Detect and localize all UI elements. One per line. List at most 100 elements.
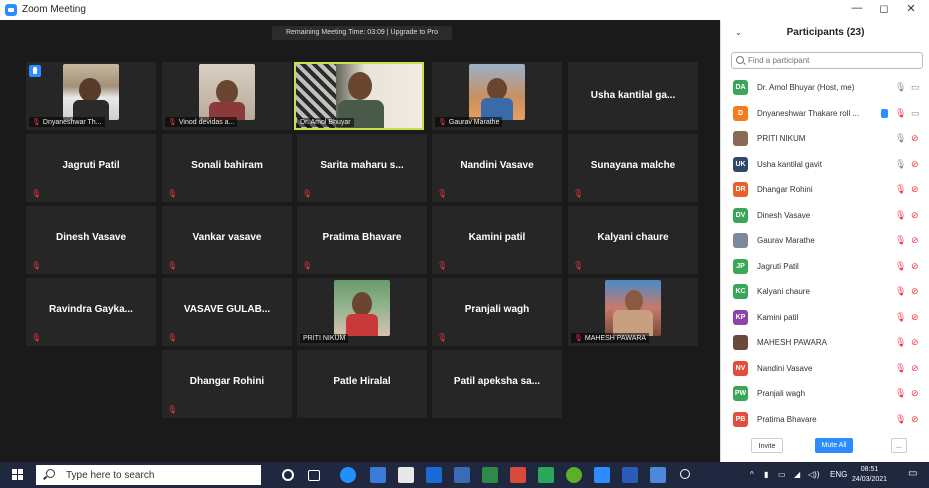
muted-mic-icon[interactable]: 🎙 [895,388,906,399]
chevron-up-icon[interactable]: ^ [750,470,754,479]
muted-mic-icon[interactable]: 🎙 [895,363,906,374]
app-icon[interactable] [566,467,582,483]
zoom-taskbar-icon[interactable] [594,467,610,483]
participant-row[interactable]: D Dnyaneshwar Thakare roll ... 🎙 ▭ [721,101,929,127]
photos-icon[interactable] [650,467,666,483]
video-off-icon[interactable]: ⊘ [911,337,919,348]
participant-row[interactable]: PW Pranjali wagh 🎙 ⊘ [721,381,929,407]
video-tile-active-speaker[interactable]: Dr. Amol Bhuyar [294,62,424,130]
participant-search[interactable] [731,52,923,69]
video-tile[interactable]: Jagruti Patil 🎙 [26,134,156,202]
mute-all-button[interactable]: Mute All [815,438,853,453]
muted-mic-icon[interactable]: 🎙 [895,337,906,348]
video-tile[interactable]: Sonali bahiram 🎙 [162,134,292,202]
participant-row[interactable]: UK Usha kantilal gavit 🎙 ⊘ [721,152,929,178]
participant-name: Kamini patil [757,312,799,322]
video-tile[interactable]: Ravindra Gayka... 🎙 [26,278,156,346]
video-off-icon[interactable]: ⊘ [911,235,919,246]
participant-row[interactable]: DV Dinesh Vasave 🎙 ⊘ [721,203,929,229]
participant-row[interactable]: DR Dhangar Rohini 🎙 ⊘ [721,177,929,203]
participant-row[interactable]: DA Dr. Amol Bhuyar (Host, me) 🎙 ▭ [721,75,929,101]
word-icon[interactable] [622,467,638,483]
search-icon[interactable] [680,469,690,479]
participant-row[interactable]: KC Kalyani chaure 🎙 ⊘ [721,279,929,305]
mic-icon[interactable]: 🎙 [895,159,906,170]
video-tile[interactable]: Vankar vasave 🎙 [162,206,292,274]
minimize-button[interactable]: — [843,2,871,18]
battery-icon[interactable]: ▭ [778,470,786,479]
app-icon[interactable] [482,467,498,483]
muted-mic-icon[interactable]: 🎙 [895,261,906,272]
video-tile[interactable]: 🎙 Vinod devidas a... [162,62,292,130]
video-tile[interactable]: Dinesh Vasave 🎙 [26,206,156,274]
app-icon[interactable] [454,467,470,483]
video-off-icon[interactable]: ⊘ [911,210,919,221]
invite-button[interactable]: Invite [751,438,783,453]
clock[interactable]: 08:51 24/03/2021 [852,465,887,485]
close-button[interactable]: ✕ [897,2,925,18]
muted-mic-icon[interactable]: 🎙 [895,286,906,297]
video-tile[interactable]: Patle Hiralal [297,350,427,418]
video-off-icon[interactable]: ⊘ [911,363,919,374]
video-tile[interactable]: Sunayana malche 🎙 [568,134,698,202]
video-tile[interactable]: VASAVE GULAB... 🎙 [162,278,292,346]
app-icon[interactable] [370,467,386,483]
video-off-icon[interactable]: ⊘ [911,312,919,323]
video-off-icon[interactable]: ⊘ [911,261,919,272]
app-icon[interactable] [538,467,554,483]
video-tile[interactable]: Dhangar Rohini 🎙 [162,350,292,418]
video-tile[interactable]: Pratima Bhavare 🎙 [297,206,427,274]
participant-row[interactable]: PB Pratima Bhavare 🎙 ⊘ [721,407,929,433]
notification-icon[interactable]: ▭ [908,468,917,479]
app-icon[interactable] [510,467,526,483]
participant-row[interactable]: KP Kamini patil 🎙 ⊘ [721,305,929,331]
store-icon[interactable] [398,467,414,483]
video-tile[interactable]: Nandini Vasave 🎙 [432,134,562,202]
video-tile[interactable]: 🎙 Dnyaneshwar Th... [26,62,156,130]
video-tile[interactable]: Patil apeksha sa... [432,350,562,418]
mail-icon[interactable] [426,467,442,483]
video-icon[interactable]: ▭ [911,108,920,119]
meeting-time-banner[interactable]: Remaining Meeting Time: 03:09 | Upgrade … [272,26,452,40]
taskbar-search[interactable]: Type here to search [36,465,261,485]
language-indicator[interactable]: ENG [830,470,847,479]
video-tile[interactable]: Usha kantilal ga... [568,62,698,130]
muted-mic-icon[interactable]: 🎙 [895,312,906,323]
video-tile[interactable]: 🎙 Gaurav Marathe [432,62,562,130]
participant-row[interactable]: JP Jagruti Patil 🎙 ⊘ [721,254,929,280]
muted-mic-icon[interactable]: 🎙 [895,210,906,221]
video-tile[interactable]: Pranjali wagh 🎙 [432,278,562,346]
task-view-icon[interactable] [308,470,320,481]
restore-button[interactable]: ◻ [870,2,898,18]
wifi-icon[interactable]: ◢ [794,470,800,479]
participant-search-input[interactable] [748,54,918,67]
edge-icon[interactable] [340,467,356,483]
muted-mic-icon[interactable]: 🎙 [895,414,906,425]
participant-row[interactable]: MAHESH PAWARA 🎙 ⊘ [721,330,929,356]
video-tile[interactable]: PRITI NIKUM [297,278,427,346]
volume-icon[interactable]: ◁)) [808,470,819,479]
video-off-icon[interactable]: ⊘ [911,414,919,425]
video-tile[interactable]: Kamini patil 🎙 [432,206,562,274]
mic-icon[interactable]: 🎙 [895,133,906,144]
video-off-icon[interactable]: ⊘ [911,133,919,144]
muted-mic-icon[interactable]: 🎙 [895,235,906,246]
windows-start-icon[interactable] [12,469,24,481]
video-tile[interactable]: Kalyani chaure 🎙 [568,206,698,274]
video-off-icon[interactable]: ⊘ [911,184,919,195]
video-icon[interactable]: ▭ [911,82,920,93]
mic-icon[interactable]: 🎙 [895,82,906,93]
participant-row[interactable]: NV Nandini Vasave 🎙 ⊘ [721,356,929,382]
network-icon[interactable]: ▮ [764,470,768,479]
muted-mic-icon[interactable]: 🎙 [895,184,906,195]
participant-row[interactable]: PRITI NIKUM 🎙 ⊘ [721,126,929,152]
video-off-icon[interactable]: ⊘ [911,159,919,170]
video-tile[interactable]: 🎙 MAHESH PAWARA [568,278,698,346]
video-off-icon[interactable]: ⊘ [911,286,919,297]
participant-row[interactable]: Gaurav Marathe 🎙 ⊘ [721,228,929,254]
cortana-icon[interactable] [282,469,294,481]
video-off-icon[interactable]: ⊘ [911,388,919,399]
video-tile[interactable]: Sarita maharu s... 🎙 [297,134,427,202]
more-button[interactable]: ... [891,438,907,453]
muted-mic-icon[interactable]: 🎙 [895,108,906,119]
